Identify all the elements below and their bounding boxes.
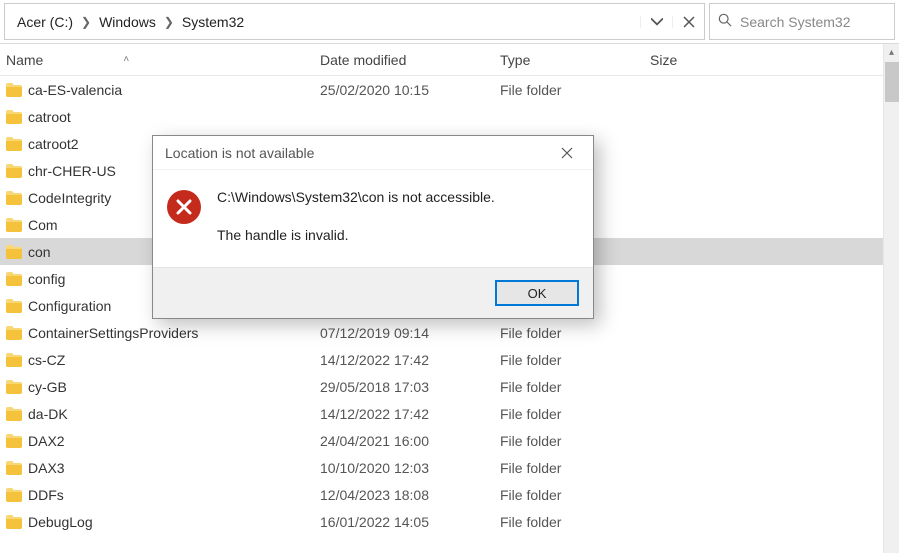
refresh-stop-button[interactable] <box>672 16 704 28</box>
vertical-scrollbar[interactable]: ▴ <box>883 44 899 553</box>
folder-icon <box>6 218 22 232</box>
folder-icon <box>6 272 22 286</box>
search-box[interactable] <box>709 3 895 40</box>
scrollbar-thumb[interactable] <box>885 62 899 102</box>
column-header-size[interactable]: Size <box>650 52 899 68</box>
file-name: DAX3 <box>28 460 65 476</box>
table-row[interactable]: DDFs 12/04/2023 18:08File folder <box>0 481 899 508</box>
folder-icon <box>6 245 22 259</box>
folder-icon <box>6 407 22 421</box>
sort-indicator-icon: ˄ <box>123 54 129 65</box>
table-row[interactable]: da-DK 14/12/2022 17:42File folder <box>0 400 899 427</box>
table-row[interactable]: DAX3 10/10/2020 12:03File folder <box>0 454 899 481</box>
file-name: DDFs <box>28 487 64 503</box>
file-type: File folder <box>500 325 650 341</box>
file-name: ContainerSettingsProviders <box>28 325 198 341</box>
table-row[interactable]: DAX2 24/04/2021 16:00File folder <box>0 427 899 454</box>
file-date: 29/05/2018 17:03 <box>320 379 500 395</box>
table-row[interactable]: cs-CZ 14/12/2022 17:42File folder <box>0 346 899 373</box>
search-input[interactable] <box>740 14 886 30</box>
breadcrumb-item[interactable]: Acer (C:) <box>11 10 79 34</box>
error-icon <box>167 190 201 224</box>
column-headers: Name ˄ Date modified Type Size <box>0 44 899 76</box>
folder-icon <box>6 191 22 205</box>
address-toolbar: Acer (C:) ❯ Windows ❯ System32 <box>0 0 899 44</box>
chevron-right-icon[interactable]: ❯ <box>162 15 176 29</box>
table-row[interactable]: ca-ES-valencia 25/02/2020 10:15File folde… <box>0 76 899 103</box>
breadcrumb-item[interactable]: Windows <box>93 10 162 34</box>
file-name: catroot2 <box>28 136 79 152</box>
breadcrumb-item[interactable]: System32 <box>176 10 250 34</box>
file-name: DAX2 <box>28 433 65 449</box>
file-type: File folder <box>500 487 650 503</box>
folder-icon <box>6 164 22 178</box>
file-name: catroot <box>28 109 71 125</box>
column-header-date[interactable]: Date modified <box>320 52 500 68</box>
search-icon <box>718 13 740 30</box>
folder-icon <box>6 299 22 313</box>
file-date: 10/10/2020 12:03 <box>320 460 500 476</box>
dialog-titlebar[interactable]: Location is not available <box>153 136 593 170</box>
folder-icon <box>6 380 22 394</box>
file-date: 25/02/2020 10:15 <box>320 82 500 98</box>
dialog-close-button[interactable] <box>547 138 587 168</box>
file-type: File folder <box>500 352 650 368</box>
dialog-title: Location is not available <box>165 145 314 161</box>
file-name: Configuration <box>28 298 111 314</box>
file-type: File folder <box>500 433 650 449</box>
file-type: File folder <box>500 82 650 98</box>
table-row[interactable]: catroot <box>0 103 899 130</box>
dialog-message-line2: The handle is invalid. <box>217 226 495 246</box>
file-date: 14/12/2022 17:42 <box>320 352 500 368</box>
dialog-footer: OK <box>153 267 593 318</box>
folder-icon <box>6 83 22 97</box>
file-date: 16/01/2022 14:05 <box>320 514 500 530</box>
breadcrumb-bar[interactable]: Acer (C:) ❯ Windows ❯ System32 <box>4 3 705 40</box>
file-name: cs-CZ <box>28 352 65 368</box>
file-name: chr-CHER-US <box>28 163 116 179</box>
table-row[interactable]: DebugLog 16/01/2022 14:05File folder <box>0 508 899 535</box>
column-header-name[interactable]: Name ˄ <box>0 52 320 68</box>
file-date: 12/04/2023 18:08 <box>320 487 500 503</box>
file-type: File folder <box>500 514 650 530</box>
file-name: DebugLog <box>28 514 93 530</box>
file-date: 14/12/2022 17:42 <box>320 406 500 422</box>
table-row[interactable]: cy-GB 29/05/2018 17:03File folder <box>0 373 899 400</box>
scroll-up-icon[interactable]: ▴ <box>884 44 899 60</box>
file-name: CodeIntegrity <box>28 190 111 206</box>
address-controls <box>640 16 704 28</box>
folder-icon <box>6 461 22 475</box>
folder-icon <box>6 515 22 529</box>
history-dropdown-button[interactable] <box>640 16 672 28</box>
file-type: File folder <box>500 379 650 395</box>
dialog-message: C:\Windows\System32\con is not accessibl… <box>217 188 495 245</box>
file-name: Com <box>28 217 58 233</box>
file-name: da-DK <box>28 406 68 422</box>
folder-icon <box>6 434 22 448</box>
breadcrumb: Acer (C:) ❯ Windows ❯ System32 <box>5 10 640 34</box>
folder-icon <box>6 353 22 367</box>
folder-icon <box>6 137 22 151</box>
error-dialog: Location is not available C:\Windows\Sys… <box>152 135 594 319</box>
folder-icon <box>6 326 22 340</box>
dialog-message-line1: C:\Windows\System32\con is not accessibl… <box>217 188 495 208</box>
file-date: 07/12/2019 09:14 <box>320 325 500 341</box>
file-name: ca-ES-valencia <box>28 82 122 98</box>
file-name: cy-GB <box>28 379 67 395</box>
file-type: File folder <box>500 406 650 422</box>
dialog-body: C:\Windows\System32\con is not accessibl… <box>153 170 593 267</box>
folder-icon <box>6 488 22 502</box>
folder-icon <box>6 110 22 124</box>
file-type: File folder <box>500 460 650 476</box>
column-header-type[interactable]: Type <box>500 52 650 68</box>
ok-button[interactable]: OK <box>495 280 579 306</box>
table-row[interactable]: ContainerSettingsProviders 07/12/2019 09:… <box>0 319 899 346</box>
file-date: 24/04/2021 16:00 <box>320 433 500 449</box>
file-name: config <box>28 271 65 287</box>
chevron-right-icon[interactable]: ❯ <box>79 15 93 29</box>
file-name: con <box>28 244 51 260</box>
